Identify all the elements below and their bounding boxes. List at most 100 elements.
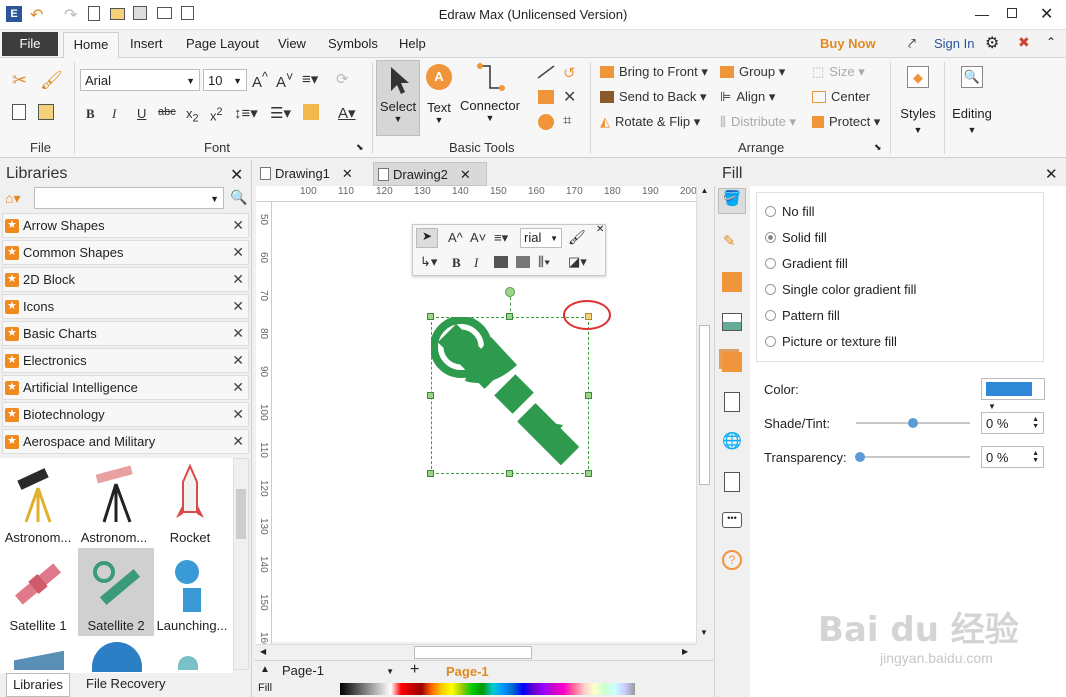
library-item[interactable]: Arrow Shapes ✕	[2, 213, 249, 238]
library-item[interactable]: Icons ✕	[2, 294, 249, 319]
library-item[interactable]: Artificial Intelligence ✕	[2, 375, 249, 400]
close-icon[interactable]: ✕	[232, 244, 244, 261]
tab-home[interactable]: Home	[63, 32, 119, 59]
fill-option[interactable]: Solid fill	[765, 230, 827, 245]
resize-handle[interactable]	[427, 313, 434, 320]
close-icon[interactable]: ✕	[232, 433, 244, 450]
bold-icon[interactable]: B	[86, 106, 95, 122]
align-button[interactable]: ⊫ Align ▾	[720, 89, 775, 105]
tab-drawing1[interactable]: Drawing1 ✕	[258, 162, 370, 186]
resize-handle[interactable]	[506, 470, 513, 477]
tab-drawing2[interactable]: Drawing2 ✕	[373, 162, 487, 186]
transparency-slider-thumb[interactable]	[855, 452, 865, 462]
bullets-icon[interactable]: ☰▾	[270, 104, 291, 122]
align-icon[interactable]: ≡▾	[302, 70, 318, 88]
attachment-icon[interactable]	[724, 472, 740, 492]
scroll-up-icon[interactable]: ▲	[697, 186, 712, 195]
share-icon[interactable]: ⤤	[908, 35, 916, 52]
font-name-select[interactable]: Arial ▼	[80, 69, 200, 91]
grow-font-icon[interactable]: A^	[448, 230, 463, 245]
fill-panel-icon[interactable]: 🪣	[718, 188, 746, 214]
page-tab[interactable]: Page-1	[446, 664, 489, 679]
scroll-thumb[interactable]	[236, 489, 246, 539]
rotate-handle[interactable]	[505, 287, 515, 297]
shape-launching[interactable]: Launching...	[154, 548, 230, 636]
subscript-icon[interactable]: x2	[186, 106, 199, 125]
bold-icon[interactable]: B	[452, 255, 461, 271]
stepper-icon[interactable]: ▲ ▼	[1032, 416, 1039, 430]
scroll-right-icon[interactable]: ▶	[682, 647, 688, 656]
vertical-scrollbar[interactable]: ▲	[696, 186, 712, 644]
close-button[interactable]: ✕	[1040, 4, 1053, 24]
add-page-icon[interactable]: +	[410, 661, 419, 679]
ellipse-icon[interactable]	[538, 114, 554, 130]
collapse-ribbon-icon[interactable]: ⌃	[1046, 35, 1056, 49]
file-menu-button[interactable]: File	[2, 32, 58, 56]
connector-tool-button[interactable]: Connector ▼	[458, 62, 522, 134]
shape-astronomy-2[interactable]: Astronom...	[76, 460, 152, 548]
send-back-icon[interactable]	[516, 256, 530, 268]
shrink-font-icon[interactable]: A˅	[276, 70, 293, 91]
shape-rocket[interactable]: Rocket	[152, 460, 228, 548]
font-dialog-launcher-icon[interactable]: ⬊	[356, 142, 364, 153]
radio-button[interactable]	[765, 336, 776, 347]
line-panel-icon[interactable]: ✎	[723, 232, 736, 250]
group-button[interactable]: Group ▾	[720, 64, 785, 80]
shadow-panel-icon[interactable]	[722, 272, 742, 292]
italic-icon[interactable]: I	[474, 255, 478, 271]
close-icon[interactable]: ✕	[232, 379, 244, 396]
brush-icon[interactable]: 🖌	[40, 70, 63, 91]
fill-option[interactable]: Picture or texture fill	[765, 334, 897, 349]
radio-button[interactable]	[765, 284, 776, 295]
bring-front-icon[interactable]	[494, 256, 508, 268]
distribute-icon[interactable]: ⫼▾	[538, 254, 550, 270]
copy-icon[interactable]	[12, 104, 26, 120]
style-icon[interactable]: ◪▾	[568, 254, 587, 270]
scroll-left-icon[interactable]: ◀	[260, 647, 266, 656]
center-button[interactable]: Center	[812, 89, 870, 104]
scroll-down-icon[interactable]: ▼	[700, 628, 708, 637]
library-item[interactable]: Basic Charts ✕	[2, 321, 249, 346]
sign-in-link[interactable]: Sign In	[934, 36, 974, 51]
globe-icon[interactable]: 🌐	[722, 431, 742, 451]
color-palette[interactable]	[340, 683, 635, 695]
paste-icon[interactable]	[38, 104, 54, 120]
shape-partial-3[interactable]	[178, 656, 198, 670]
page-up-icon[interactable]: ▲	[260, 664, 270, 675]
satellite-shape[interactable]	[431, 317, 589, 474]
library-item[interactable]: 2D Block ✕	[2, 267, 249, 292]
arrange-dialog-launcher-icon[interactable]: ⬊	[874, 142, 882, 153]
fill-option[interactable]: Single color gradient fill	[765, 282, 916, 297]
resize-handle[interactable]	[427, 392, 434, 399]
close-icon[interactable]: ✕	[232, 271, 244, 288]
maximize-button[interactable]	[1007, 8, 1017, 18]
shade-input[interactable]: 0 % ▲ ▼	[981, 412, 1044, 434]
close-icon[interactable]: ✕	[342, 166, 353, 181]
rotate-flip-button[interactable]: ◭ Rotate & Flip ▾	[600, 114, 700, 130]
scroll-thumb[interactable]	[414, 646, 532, 659]
tab-file-recovery[interactable]: File Recovery	[86, 676, 165, 691]
shape-satellite-2[interactable]: Satellite 2	[78, 548, 154, 636]
size-button[interactable]: ⬚ Size ▾	[812, 64, 865, 80]
tab-help[interactable]: Help	[399, 36, 426, 51]
close-icon[interactable]: ✕	[232, 298, 244, 315]
tab-symbols[interactable]: Symbols	[328, 36, 378, 51]
transparency-slider[interactable]	[855, 452, 970, 462]
shade-slider[interactable]	[856, 418, 970, 428]
radio-button[interactable]	[765, 258, 776, 269]
library-scrollbar[interactable]	[233, 458, 249, 670]
resize-handle[interactable]	[585, 392, 592, 399]
libraries-close-icon[interactable]: ✕	[230, 165, 243, 185]
select-tool-button[interactable]: Select ▼	[376, 60, 420, 136]
image-panel-icon[interactable]	[722, 313, 742, 331]
tab-view[interactable]: View	[278, 36, 306, 51]
home-icon[interactable]: ⌂▾	[5, 190, 20, 207]
gear-icon[interactable]: ⚙	[985, 33, 999, 53]
fill-option[interactable]: Gradient fill	[765, 256, 848, 271]
tab-page-layout[interactable]: Page Layout	[186, 36, 259, 51]
library-item[interactable]: Biotechnology ✕	[2, 402, 249, 427]
close-icon[interactable]: ✕	[232, 352, 244, 369]
editing-button[interactable]: 🔍 Editing ▼	[948, 62, 996, 144]
distribute-button[interactable]: ⫼ Distribute ▾	[720, 114, 796, 130]
text-tool-button[interactable]: A Text ▼	[423, 62, 455, 134]
